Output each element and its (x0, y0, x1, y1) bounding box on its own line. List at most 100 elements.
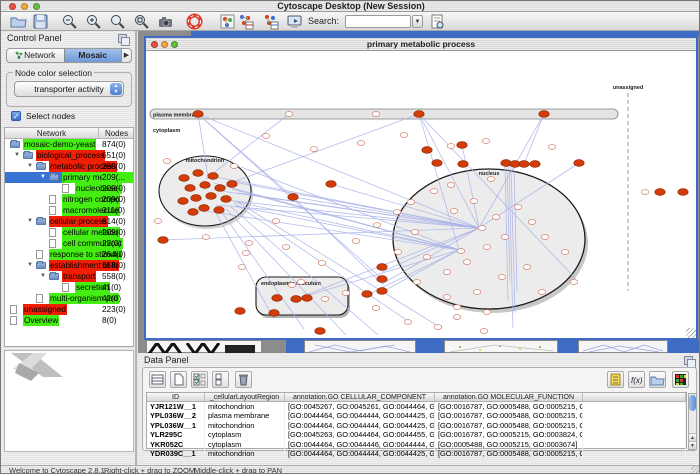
network-node[interactable] (492, 215, 500, 220)
background-window[interactable] (444, 340, 558, 353)
network-node-selected[interactable] (655, 189, 665, 196)
network-node[interactable] (154, 219, 162, 224)
background-window[interactable] (286, 340, 304, 353)
network-node[interactable] (245, 241, 253, 246)
network-node[interactable] (453, 305, 461, 310)
network-node-selected[interactable] (188, 209, 198, 216)
function-builder-icon[interactable]: f(x) (628, 371, 645, 388)
network-node[interactable] (321, 297, 329, 302)
network-node[interactable] (641, 190, 649, 195)
network-node-selected[interactable] (193, 170, 203, 177)
network-node[interactable] (514, 205, 522, 210)
heatmap-icon[interactable] (672, 371, 689, 388)
network-node[interactable] (470, 199, 478, 204)
float-panel-icon[interactable] (684, 356, 693, 365)
tab-network[interactable]: Network (7, 49, 64, 62)
float-panel-icon[interactable] (118, 34, 127, 43)
network-node[interactable] (434, 325, 442, 330)
scroll-down-icon[interactable]: ▼ (689, 441, 696, 449)
table-row[interactable]: YPL036W__2plasma membrane[GO:0044464, GO… (147, 411, 686, 420)
zoom-in-icon[interactable] (85, 13, 102, 30)
tree-row[interactable]: ▼establishment of lo558(0) (5, 260, 133, 271)
network-node-selected[interactable] (501, 160, 511, 167)
network-node[interactable] (570, 280, 578, 285)
search-dropdown-arrow[interactable]: ▼ (412, 15, 423, 28)
network-node-selected[interactable] (221, 196, 231, 203)
network-canvas[interactable]: plasma membranecytoplasmmitochondrionnuc… (146, 51, 696, 338)
background-window[interactable] (668, 340, 700, 353)
birdseye-view[interactable] (4, 350, 134, 452)
select-attributes-icon[interactable] (191, 371, 208, 388)
network-node[interactable] (288, 283, 296, 288)
network-node[interactable] (501, 235, 509, 240)
network-node[interactable] (352, 239, 360, 244)
network-node-selected[interactable] (158, 237, 168, 244)
scroll-up-icon[interactable]: ▲ (689, 433, 696, 441)
node-color-dropdown[interactable]: transporter activity ▲▼ (14, 81, 124, 97)
network-node-selected[interactable] (199, 205, 209, 212)
nucleus-region[interactable] (393, 169, 585, 309)
network-node-selected[interactable] (414, 111, 424, 118)
network-node[interactable] (310, 147, 318, 152)
network-node[interactable] (487, 177, 495, 182)
network-node[interactable] (453, 315, 461, 320)
network-node[interactable] (528, 220, 536, 225)
network-node[interactable] (262, 134, 270, 139)
tree-expand-arrow[interactable]: ▼ (27, 260, 33, 271)
tree-row[interactable]: macromolecule311(0) (5, 205, 133, 216)
tab-mosaic[interactable]: Mosaic (64, 49, 122, 62)
network-node[interactable] (394, 250, 402, 255)
background-window[interactable] (416, 340, 444, 353)
network-node-selected[interactable] (269, 310, 279, 317)
tree-row[interactable]: ▼transport558(0) (5, 271, 133, 282)
tree-row[interactable]: response to stimulu264(0) (5, 249, 133, 260)
attribute-table[interactable]: ID _cellularLayoutRegion annotation.GO C… (146, 392, 687, 449)
attribute-batch-icon[interactable] (607, 371, 624, 388)
network-node[interactable] (443, 295, 451, 300)
tree-row[interactable]: nucleobase-209(0) (5, 183, 133, 194)
network-node[interactable] (373, 223, 381, 228)
delete-attribute-icon[interactable] (235, 371, 252, 388)
network-node[interactable] (463, 260, 471, 265)
tree-row[interactable]: ▼metabolic process280(0) (5, 161, 133, 172)
network-manager-icon[interactable] (219, 13, 236, 30)
import-edge-attributes-icon[interactable] (262, 13, 279, 30)
tree-header[interactable]: Network Nodes (5, 128, 133, 139)
network-node-selected[interactable] (179, 175, 189, 182)
tree-row[interactable]: cell communicat22(0) (5, 238, 133, 249)
network-node[interactable] (473, 290, 481, 295)
network-node-selected[interactable] (178, 198, 188, 205)
network-node[interactable] (238, 265, 246, 270)
network-node-selected[interactable] (227, 181, 237, 188)
network-node[interactable] (483, 310, 491, 315)
table-row[interactable]: YPL036W__1mitochondrion[GO:0044464, GO:0… (147, 421, 686, 430)
select-nodes-checkbox[interactable]: ✓ (11, 111, 21, 121)
network-edge[interactable] (524, 114, 544, 164)
network-node[interactable] (318, 261, 326, 266)
network-node[interactable] (538, 290, 546, 295)
search-options-icon[interactable] (429, 13, 446, 30)
network-node[interactable] (482, 139, 490, 144)
unselect-attributes-icon[interactable] (212, 371, 229, 388)
network-node[interactable] (407, 200, 415, 205)
network-node-selected[interactable] (432, 160, 442, 167)
import-node-attributes-icon[interactable] (237, 13, 254, 30)
open-icon[interactable] (10, 13, 27, 30)
network-node-selected[interactable] (291, 296, 301, 303)
tree-row[interactable]: mosaic-demo-yeast874(0) (5, 139, 133, 150)
network-edge[interactable] (236, 114, 419, 181)
network-node-selected[interactable] (362, 291, 372, 298)
zoom-fit-icon[interactable] (133, 13, 150, 30)
network-node[interactable] (430, 189, 438, 194)
network-node-selected[interactable] (206, 193, 216, 200)
tree-expand-arrow[interactable]: ▼ (40, 172, 46, 183)
network-node-selected[interactable] (678, 189, 688, 196)
network-node[interactable] (297, 280, 305, 285)
network-node-selected[interactable] (519, 161, 529, 168)
network-node-selected[interactable] (530, 161, 540, 168)
network-node[interactable] (561, 250, 569, 255)
tree-row[interactable]: cellular metabo209(0) (5, 227, 133, 238)
network-node[interactable] (242, 251, 250, 256)
monitor-export-icon[interactable] (286, 13, 303, 30)
network-node[interactable] (483, 245, 491, 250)
